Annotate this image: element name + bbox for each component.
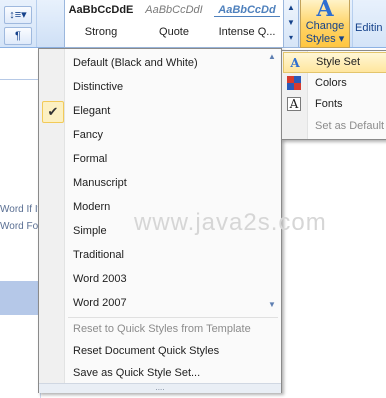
- set-as-default-menu-item: Set as Default: [315, 120, 385, 132]
- document-text-line: Word Fo: [0, 221, 39, 232]
- style-set-icon: A: [290, 56, 300, 70]
- scroll-up-icon[interactable]: ▲: [265, 52, 279, 61]
- reset-to-quick-styles-item: Reset to Quick Styles from Template: [73, 323, 251, 335]
- gallery-more-icon[interactable]: ▾: [284, 30, 298, 45]
- style-set-item[interactable]: Default (Black and White): [40, 52, 264, 74]
- fonts-menu-item[interactable]: A Fonts: [283, 94, 386, 115]
- style-set-item[interactable]: Formal: [40, 148, 264, 170]
- reset-document-quick-styles-item[interactable]: Reset Document Quick Styles: [40, 340, 264, 362]
- quick-style-sample: AaBbCcDdE: [68, 4, 134, 16]
- style-set-menu-item[interactable]: A Style Set: [283, 52, 386, 73]
- style-set-item[interactable]: Manuscript: [40, 172, 264, 194]
- quick-style-label: Intense Q...: [218, 26, 276, 38]
- change-styles-button[interactable]: A Change Styles ▾: [300, 0, 350, 48]
- quick-style-quote[interactable]: AaBbCcDdI Quote: [138, 0, 210, 45]
- gallery-down-icon[interactable]: ▼: [284, 15, 298, 30]
- quick-style-intense-quote[interactable]: AaBbCcDd Intense Q...: [211, 0, 283, 45]
- show-hide-formatting-button[interactable]: ¶: [4, 27, 32, 45]
- colors-menu-item[interactable]: Colors: [283, 73, 386, 94]
- quick-style-sample: AaBbCcDdI: [145, 4, 203, 16]
- quick-style-strong[interactable]: AaBbCcDdE Strong: [65, 0, 137, 45]
- paragraph-group: ↕≡▾ ¶: [0, 0, 37, 47]
- editing-group[interactable]: Editin: [352, 0, 386, 47]
- quick-styles-gallery: AaBbCcDdE Strong AaBbCcDdI Quote AaBbCcD…: [64, 0, 284, 48]
- change-styles-submenu: A Style Set Colors A Fonts Set as Defaul…: [281, 50, 386, 140]
- line-spacing-button[interactable]: ↕≡▾: [4, 6, 32, 24]
- scroll-down-icon[interactable]: ▼: [265, 300, 279, 309]
- style-set-menu: www.java2s.com Default (Black and White)…: [38, 48, 326, 393]
- change-styles-label: Change Styles ▾: [305, 20, 345, 45]
- checkmark-icon: ✔: [42, 101, 64, 123]
- style-set-item[interactable]: Simple: [40, 220, 264, 242]
- menu-scrollbar[interactable]: ▲ ▼: [265, 50, 279, 312]
- style-set-item[interactable]: Word 2007: [40, 292, 264, 314]
- style-set-item[interactable]: Word 2003: [40, 268, 264, 290]
- ruler: [0, 71, 42, 80]
- style-set-item[interactable]: Fancy: [40, 124, 264, 146]
- gallery-up-icon[interactable]: ▲: [284, 0, 298, 15]
- save-as-quick-style-set-item[interactable]: Save as Quick Style Set...: [40, 362, 264, 384]
- document-text-line: Word If It: [0, 204, 41, 215]
- ribbon: ↕≡▾ ¶ AaBbCcDdE Strong AaBbCcDdI Quote A…: [0, 0, 386, 48]
- fonts-icon: A: [287, 97, 301, 111]
- editing-label: Editin: [355, 22, 383, 34]
- colors-icon: [287, 76, 301, 90]
- style-set-item-selected[interactable]: ✔ Elegant: [40, 100, 264, 123]
- style-set-item[interactable]: Traditional: [40, 244, 264, 266]
- gallery-scroll: ▲ ▼ ▾: [283, 0, 299, 48]
- quick-style-label: Strong: [84, 26, 118, 38]
- style-set-item[interactable]: Modern: [40, 196, 264, 218]
- style-set-item[interactable]: Distinctive: [40, 76, 264, 98]
- document-page[interactable]: Word If It Word Fo: [0, 80, 41, 398]
- quick-style-sample: AaBbCcDd: [214, 4, 280, 17]
- change-styles-icon: A: [316, 0, 334, 22]
- text-selection: [0, 281, 40, 315]
- resize-grip[interactable]: ....: [39, 383, 281, 393]
- quick-style-label: Quote: [159, 26, 189, 38]
